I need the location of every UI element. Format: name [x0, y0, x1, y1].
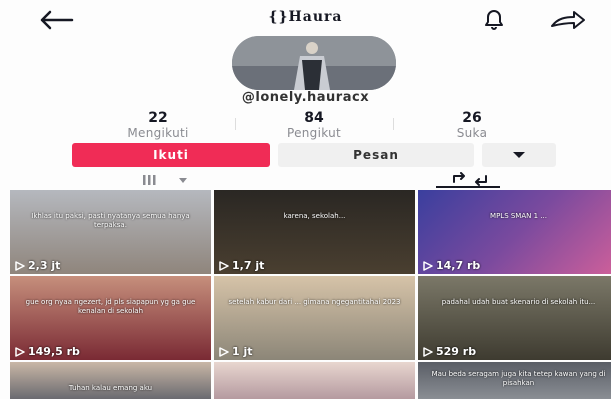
play-icon	[423, 346, 433, 357]
stat-value: 26	[462, 110, 482, 126]
follow-button[interactable]: Ikuti	[72, 143, 270, 167]
play-icon	[219, 346, 229, 357]
view-count-text: 529 rb	[436, 345, 477, 358]
video-tile[interactable]: padahal udah buat skenario di sekolah it…	[418, 276, 611, 360]
view-count-text: 14,7 rb	[436, 259, 481, 272]
top-bar: {}Haura	[0, 0, 611, 40]
play-icon	[219, 260, 229, 271]
username-handle: @lonely.hauracx	[241, 90, 370, 105]
view-count: 1,7 jt	[219, 259, 264, 272]
video-caption: MPLS SMAN 1 ...	[490, 212, 547, 220]
view-count: 149,5 rb	[15, 345, 80, 358]
video-caption: karena, sekolah...	[283, 212, 346, 220]
video-tile[interactable]: setelah kabur dari ... gimana ngegantita…	[214, 276, 415, 360]
suggestions-dropdown-button[interactable]	[482, 143, 556, 167]
stat-likes: 26 Suka	[412, 110, 532, 140]
view-count: 529 rb	[423, 345, 476, 358]
caret-down-icon	[513, 152, 525, 158]
play-icon	[423, 260, 433, 271]
video-tile[interactable]: Mau beda seragam juga kita tetep kawan y…	[418, 362, 611, 399]
video-caption: Ikhlas itu paksi, pasti nyatanya semua h…	[31, 212, 190, 229]
play-icon	[15, 346, 25, 357]
video-caption: padahal udah buat skenario di sekolah it…	[441, 298, 596, 306]
stat-value: 22	[148, 110, 168, 126]
stat-label: Pengikut	[286, 126, 342, 140]
stat-value: 84	[304, 110, 324, 126]
stat-divider	[235, 118, 236, 130]
video-tile[interactable]: MPLS SMAN 1 ... 14,7 rb	[418, 190, 611, 274]
stat-label: Mengikuti	[127, 126, 189, 140]
view-count-text: 2,3 jt	[28, 259, 61, 272]
video-tile[interactable]: Ikhlas itu paksi, pasti nyatanya semua h…	[10, 190, 211, 274]
play-icon	[15, 260, 25, 271]
active-tab-indicator	[436, 186, 500, 188]
view-count-text: 149,5 rb	[28, 345, 80, 358]
view-count-text: 1,7 jt	[232, 259, 265, 272]
video-tile[interactable]: Tuhan kalau emang aku	[10, 362, 211, 399]
video-caption: Mau beda seragam juga kita tetep kawan y…	[431, 370, 606, 387]
video-tile[interactable]: gue org nyaa ngezert, jd pls siapapun yg…	[10, 276, 211, 360]
content-tabs	[0, 170, 611, 188]
tab-videos-grid-icon[interactable]	[143, 173, 191, 187]
video-tile[interactable]: karena, sekolah... 1,7 jt	[214, 190, 415, 274]
profile-title: {}Haura	[268, 9, 343, 25]
video-tile[interactable]	[214, 362, 415, 399]
tab-repost-icon[interactable]	[450, 172, 490, 186]
video-grid: Ikhlas itu paksi, pasti nyatanya semua h…	[10, 190, 611, 399]
view-count: 1 jt	[219, 345, 253, 358]
view-count: 2,3 jt	[15, 259, 60, 272]
video-caption: gue org nyaa ngezert, jd pls siapapun yg…	[25, 298, 196, 315]
stat-following[interactable]: 22 Mengikuti	[98, 110, 218, 140]
bell-icon[interactable]	[478, 8, 510, 32]
stat-label: Suka	[456, 126, 488, 140]
view-count-text: 1 jt	[232, 345, 253, 358]
video-caption: setelah kabur dari ... gimana ngegantita…	[228, 298, 401, 306]
view-count: 14,7 rb	[423, 259, 480, 272]
stat-followers[interactable]: 84 Pengikut	[254, 110, 374, 140]
avatar[interactable]	[232, 36, 396, 90]
video-caption: Tuhan kalau emang aku	[68, 384, 153, 392]
message-button[interactable]: Pesan	[278, 143, 474, 167]
share-icon[interactable]	[548, 8, 588, 32]
stat-divider	[393, 118, 394, 130]
